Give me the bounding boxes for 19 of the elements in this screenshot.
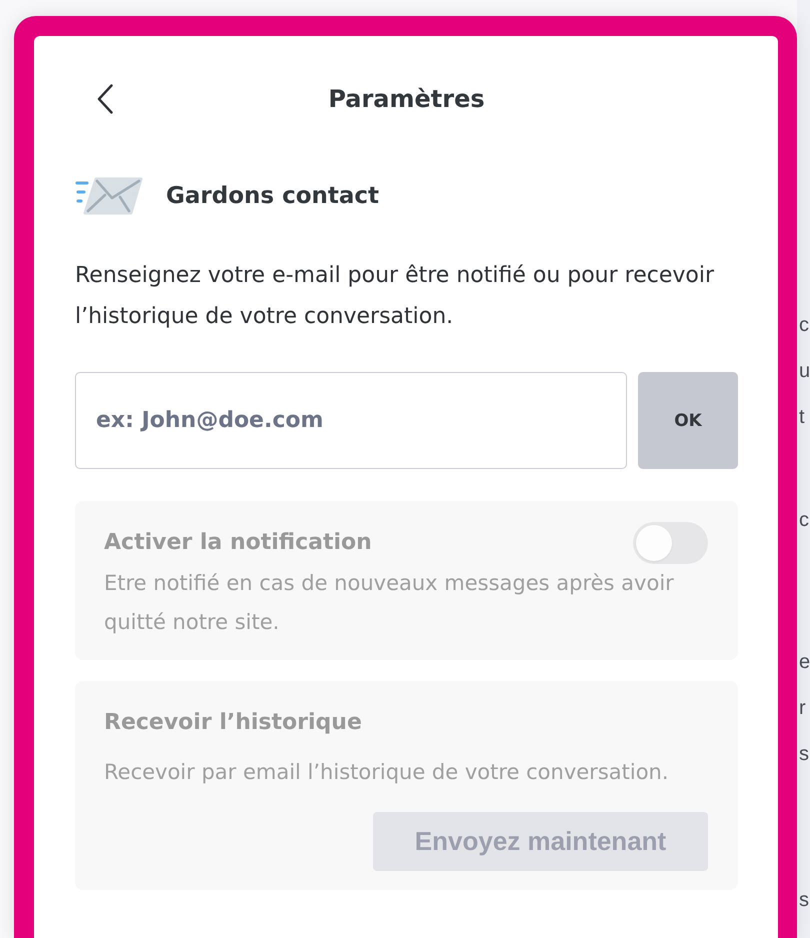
section-description: Renseignez votre e-mail pour être notifié ou pour recevoir l’historique de votre conversation. <box>75 262 716 331</box>
background-text: c <box>799 313 810 338</box>
section-title: Gardons contact <box>166 183 380 209</box>
setting-title: Recevoir l’historique <box>104 709 363 737</box>
background-text: t <box>799 405 806 430</box>
background-text: r <box>799 696 807 721</box>
background-text: c <box>799 508 810 533</box>
chevron-left-icon <box>97 84 113 114</box>
ok-button[interactable]: OK <box>638 372 738 469</box>
background-text: e <box>799 650 810 675</box>
email-field[interactable]: ex: John@doe.com <box>75 372 627 469</box>
panel-title: Paramètres <box>327 84 486 115</box>
setting-description: Etre notifié en cas de nouveaux messages après avoir quitté notre site. <box>104 570 675 636</box>
setting-title: Activer la notification <box>104 529 372 557</box>
background-text: s <box>799 888 810 913</box>
background-text: s <box>799 742 810 767</box>
background-text: u <box>799 359 810 384</box>
envelope-icon <box>75 176 143 216</box>
setting-description: Recevoir par email l’historique de votre conversation. <box>104 759 670 786</box>
